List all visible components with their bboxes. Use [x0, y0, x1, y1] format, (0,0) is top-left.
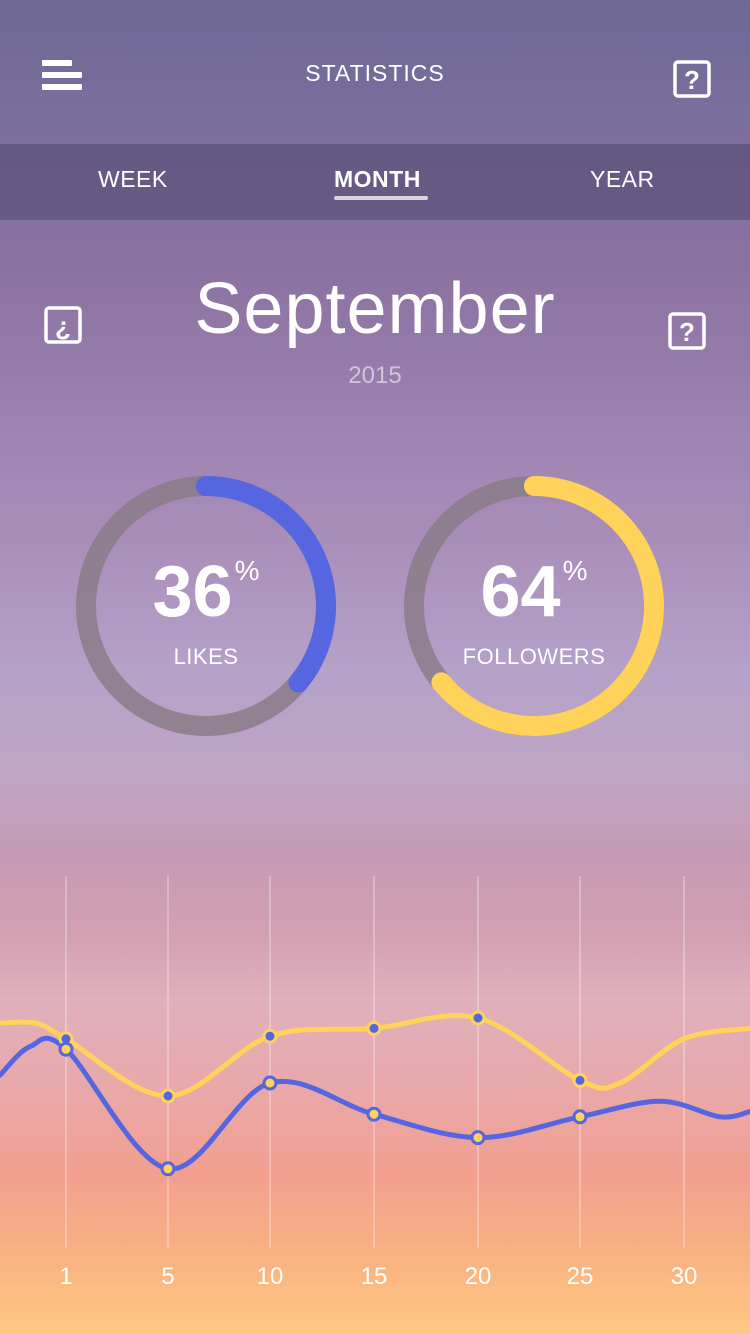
followers-ring: 64% FOLLOWERS	[404, 476, 664, 736]
svg-text:?: ?	[679, 317, 695, 347]
data-point[interactable]	[366, 1106, 382, 1122]
data-point[interactable]	[470, 1010, 486, 1026]
followers-value: 64%	[480, 552, 588, 632]
year-subtitle: 2015	[348, 362, 402, 389]
followers-label: FOLLOWERS	[462, 644, 606, 669]
data-point[interactable]	[58, 1041, 74, 1057]
data-point[interactable]	[160, 1088, 176, 1104]
likes-ring: 36% LIKES	[76, 476, 336, 736]
tab-month[interactable]: MONTH	[334, 166, 421, 193]
line-chart: 1 5 10 15 20 25 30	[0, 876, 750, 1290]
month-title: September	[194, 269, 556, 349]
x-tick-label: 20	[465, 1263, 492, 1290]
period-tabs: WEEK MONTH YEAR	[0, 144, 750, 220]
data-point[interactable]	[262, 1075, 278, 1091]
help-icon[interactable]: ?	[668, 312, 706, 350]
data-point[interactable]	[262, 1028, 278, 1044]
data-point[interactable]	[572, 1109, 588, 1125]
likes-label: LIKES	[173, 644, 239, 669]
x-tick-label: 5	[161, 1263, 174, 1290]
x-tick-label: 15	[361, 1263, 388, 1290]
likes-value: 36%	[152, 552, 260, 632]
page-title: STATISTICS	[305, 60, 445, 86]
x-tick-label: 10	[257, 1263, 284, 1290]
x-tick-label: 25	[567, 1263, 594, 1290]
tab-week[interactable]: WEEK	[98, 166, 168, 193]
help-icon[interactable]: ?	[673, 60, 711, 98]
top-bar: STATISTICS ?	[0, 0, 750, 144]
data-point[interactable]	[160, 1161, 176, 1177]
likes-series-line	[0, 1035, 750, 1172]
x-tick-label: 30	[671, 1263, 698, 1290]
svg-text:?: ?	[684, 65, 700, 95]
data-point[interactable]	[572, 1072, 588, 1088]
active-tab-indicator	[334, 196, 428, 200]
tab-year[interactable]: YEAR	[590, 166, 655, 193]
data-point[interactable]	[366, 1020, 382, 1036]
x-tick-label: 1	[59, 1263, 72, 1290]
data-point[interactable]	[470, 1130, 486, 1146]
